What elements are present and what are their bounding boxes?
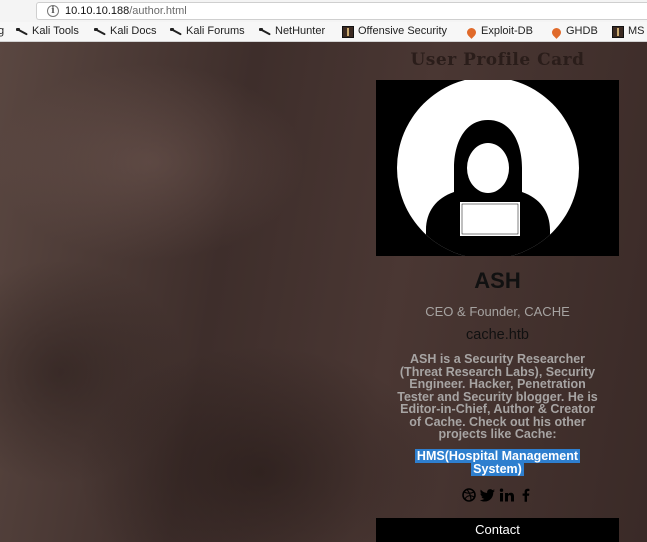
bookmark-nethunter[interactable]: NetHunter xyxy=(259,24,325,39)
social-links xyxy=(376,488,619,502)
facebook-icon[interactable] xyxy=(518,488,534,502)
bookmark-truncated[interactable]: g xyxy=(0,24,4,39)
exploit-db-icon xyxy=(465,26,477,38)
bio-line: ASH is a Security Researcher xyxy=(409,352,586,366)
bookmark-label: Offensive Security xyxy=(358,25,448,37)
page-title: User Profile Card xyxy=(410,50,585,70)
bookmark-label: g xyxy=(0,24,4,39)
offsec-icon xyxy=(342,25,354,38)
bookmark-label: Kali Docs xyxy=(110,25,157,37)
linkedin-icon[interactable] xyxy=(499,488,515,502)
bookmark-exploit-db[interactable]: Exploit-DB xyxy=(465,24,533,39)
bookmark-kali-tools[interactable]: Kali Tools xyxy=(16,24,79,39)
offsec-icon xyxy=(612,25,624,38)
bookmark-kali-forums[interactable]: Kali Forums xyxy=(170,24,245,39)
bookmark-label: MS xyxy=(628,25,645,37)
bookmark-label: NetHunter xyxy=(275,25,326,37)
bookmarks-toolbar: g Kali Tools Kali Docs Kali Forums NetHu… xyxy=(0,22,647,42)
kali-dragon-icon xyxy=(16,26,28,38)
contact-button[interactable]: Contact xyxy=(376,518,619,542)
profile-role: CEO & Founder, CACHE xyxy=(425,304,570,319)
hacker-avatar-icon xyxy=(376,77,619,259)
bookmark-offensive-security[interactable]: Offensive Security xyxy=(342,24,447,39)
profile-bio: ASH is a Security Researcher (Threat Res… xyxy=(376,353,619,441)
url-bar: i 10.10.10.188/author.html xyxy=(0,0,647,23)
url-text: 10.10.10.188/author.html xyxy=(65,3,187,19)
site-info-icon[interactable]: i xyxy=(47,5,59,17)
hms-project-link[interactable]: HMS(Hospital Management System) xyxy=(376,449,619,476)
bookmark-label: Kali Tools xyxy=(32,25,79,37)
kali-dragon-icon xyxy=(259,26,271,38)
page-background: User Profile Card ASH CEO & Founder, CAC… xyxy=(0,42,647,542)
address-field[interactable]: i 10.10.10.188/author.html xyxy=(36,2,647,20)
bookmark-ghdb[interactable]: GHDB xyxy=(550,24,598,39)
bio-line: Editor-in-Chief, Author & Creator xyxy=(400,402,595,416)
bookmark-ms[interactable]: MS xyxy=(612,24,645,39)
dribbble-icon[interactable] xyxy=(461,488,477,502)
url-path: /author.html xyxy=(129,5,187,17)
bookmark-label: Kali Forums xyxy=(186,25,245,37)
bookmark-kali-docs[interactable]: Kali Docs xyxy=(94,24,156,39)
kali-dragon-icon xyxy=(170,26,182,38)
profile-image xyxy=(376,77,619,259)
bio-line: Engineer. Hacker, Penetration xyxy=(409,377,586,391)
exploit-db-icon xyxy=(550,26,562,38)
twitter-icon[interactable] xyxy=(479,488,496,502)
bookmark-label: Exploit-DB xyxy=(481,25,533,37)
highlighted-text[interactable]: HMS(Hospital Management xyxy=(414,449,581,463)
profile-name: ASH xyxy=(474,268,521,293)
profile-site: cache.htb xyxy=(466,327,529,343)
bookmark-label: GHDB xyxy=(566,25,598,37)
highlighted-text[interactable]: System) xyxy=(471,461,524,476)
kali-dragon-icon xyxy=(94,26,106,38)
url-host: 10.10.10.188 xyxy=(65,5,130,17)
bio-line: projects like Cache: xyxy=(438,427,557,441)
